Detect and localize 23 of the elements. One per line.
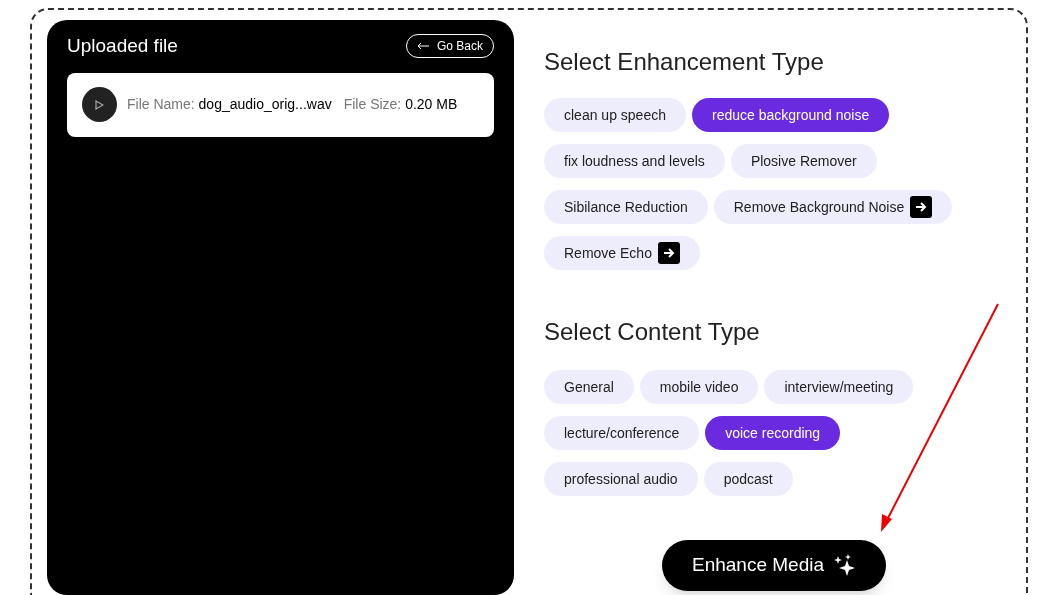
option-chip[interactable]: clean up speech xyxy=(544,98,686,132)
play-icon xyxy=(95,99,104,110)
option-chip[interactable]: interview/meeting xyxy=(764,370,914,404)
option-chip[interactable]: General xyxy=(544,370,634,404)
section-heading: Select Content Type xyxy=(544,317,761,347)
panel-title: Uploaded file xyxy=(67,34,178,58)
option-chip[interactable]: professional audio xyxy=(544,462,698,496)
play-button[interactable] xyxy=(82,87,117,122)
option-chip[interactable]: reduce background noise xyxy=(691,98,890,132)
file-size: File Size: 0.20 MB xyxy=(343,95,458,114)
option-chip[interactable]: fix loudness and levels xyxy=(544,144,725,178)
option-chip[interactable]: Plosive Remover xyxy=(730,144,877,178)
option-chip[interactable]: Remove Background Noise xyxy=(713,190,953,224)
file-name: File Name: dog_audio_orig...wav xyxy=(127,95,332,114)
option-chip[interactable]: mobile video xyxy=(639,370,759,404)
option-chip[interactable]: lecture/conference xyxy=(544,416,700,450)
option-chip[interactable]: Sibilance Reduction xyxy=(544,190,708,224)
option-chip[interactable]: voice recording xyxy=(705,416,841,450)
option-chip[interactable]: Remove Echo xyxy=(544,236,700,270)
option-chip[interactable]: podcast xyxy=(703,462,793,496)
left-arrow-icon xyxy=(416,42,429,51)
enhance-media-button[interactable]: Enhance Media xyxy=(661,540,886,591)
section-heading: Select Enhancement Type xyxy=(544,47,825,77)
